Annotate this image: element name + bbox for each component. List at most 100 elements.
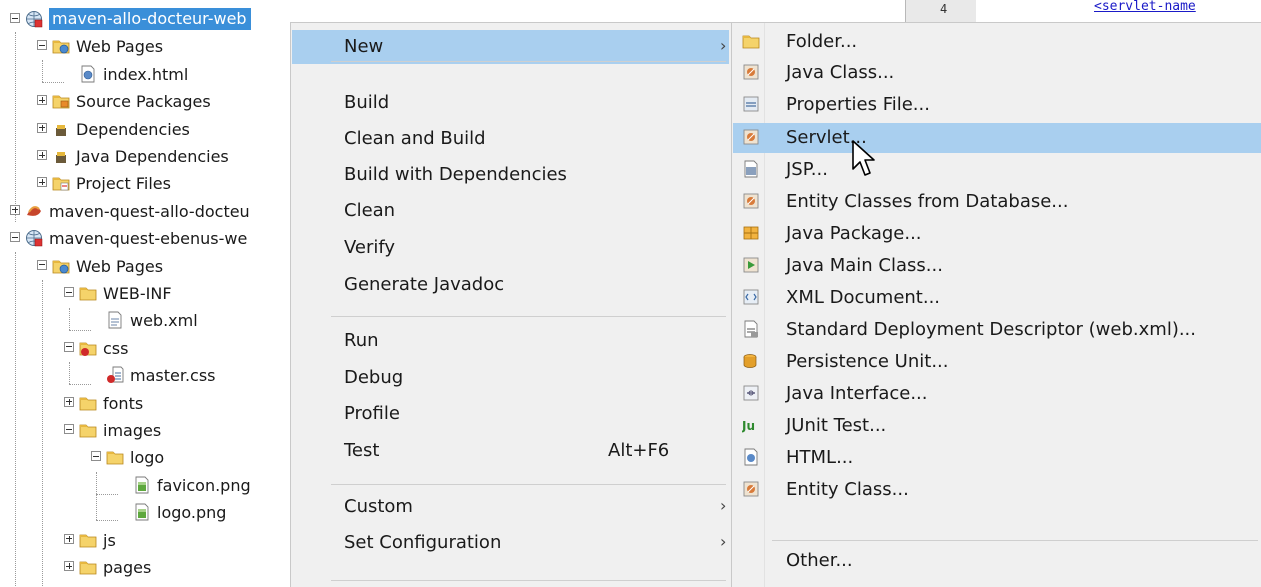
tree-item-label: pages bbox=[103, 558, 152, 577]
entity-class-icon bbox=[742, 480, 760, 498]
expand-toggle-icon[interactable] bbox=[64, 396, 74, 407]
tree-item[interactable]: WEB-INF bbox=[0, 281, 290, 307]
expand-toggle-icon[interactable] bbox=[37, 150, 47, 160]
menu-item-set-configuration[interactable]: Set Configuration › bbox=[292, 526, 729, 560]
html-icon bbox=[742, 448, 760, 466]
tree-item[interactable]: Dependencies bbox=[0, 117, 290, 143]
new-xml-document-item[interactable]: XML Document... bbox=[733, 283, 1261, 313]
menu-item-generate-javadoc[interactable]: Generate Javadoc bbox=[292, 268, 729, 302]
collapse-toggle-icon[interactable] bbox=[91, 451, 101, 462]
menu-item-clean-and-build[interactable]: Clean and Build bbox=[292, 122, 729, 156]
menu-item-profile[interactable]: Profile bbox=[292, 397, 729, 431]
new-java-interface-item[interactable]: Java Interface... bbox=[733, 379, 1261, 409]
editor-area[interactable]: 4 <servlet-name bbox=[905, 0, 1261, 24]
menu-item-build-with-dependencies[interactable]: Build with Dependencies bbox=[292, 158, 729, 192]
submenu-item-label: Entity Classes from Database... bbox=[786, 191, 1069, 212]
expand-toggle-icon[interactable] bbox=[10, 204, 20, 215]
tree-item[interactable]: images bbox=[0, 418, 290, 444]
menu-item-build[interactable]: Build bbox=[292, 86, 729, 120]
new-other-item[interactable]: Other... bbox=[733, 546, 1261, 576]
xml-document-icon bbox=[742, 288, 760, 306]
submenu-arrow-icon: › bbox=[720, 36, 727, 55]
menu-item-test[interactable]: Test Alt+F6 bbox=[292, 434, 729, 468]
tree-item[interactable]: maven-quest-allo-docteu bbox=[0, 199, 290, 225]
new-java-main-class-item[interactable]: Java Main Class... bbox=[733, 251, 1261, 281]
tree-item[interactable]: Web Pages bbox=[0, 34, 290, 60]
menu-item-custom[interactable]: Custom › bbox=[292, 490, 729, 524]
folder-icon bbox=[79, 284, 97, 302]
new-standard-deployment-descriptor-web-xml-item[interactable]: Standard Deployment Descriptor (web.xml)… bbox=[733, 315, 1261, 345]
tree-item[interactable]: master.css bbox=[0, 363, 290, 389]
new-properties-file-item[interactable]: Properties File... bbox=[733, 90, 1261, 120]
tree-item-label: index.html bbox=[103, 64, 189, 84]
folder-icon bbox=[79, 531, 97, 549]
submenu-item-label: JUnit Test... bbox=[786, 415, 887, 436]
tree-item[interactable]: pages bbox=[0, 555, 290, 581]
folder-icon bbox=[742, 32, 760, 50]
tree-item[interactable]: logo.png bbox=[0, 500, 290, 526]
code-line[interactable]: <servlet-name bbox=[1094, 0, 1196, 14]
new-persistence-unit-item[interactable]: Persistence Unit... bbox=[733, 347, 1261, 377]
menu-item-label: Build with Dependencies bbox=[344, 164, 567, 185]
tree-item[interactable]: index.html bbox=[0, 62, 290, 88]
tree-item[interactable]: Source Packages bbox=[0, 89, 290, 115]
collapse-toggle-icon[interactable] bbox=[64, 424, 74, 434]
tree-item[interactable]: web.xml bbox=[0, 308, 290, 334]
menu-item-run[interactable]: Run bbox=[292, 324, 729, 358]
expand-toggle-icon[interactable] bbox=[37, 95, 47, 106]
tree-item[interactable]: js bbox=[0, 528, 290, 554]
new-folder-item[interactable]: Folder... bbox=[733, 27, 1261, 57]
collapse-toggle-icon[interactable] bbox=[64, 341, 74, 352]
submenu-item-label: Standard Deployment Descriptor (web.xml)… bbox=[786, 319, 1197, 340]
entity-classes-icon bbox=[742, 192, 760, 210]
tree-item-label: Web Pages bbox=[76, 256, 164, 276]
servlet-icon bbox=[742, 128, 760, 146]
image-file-icon bbox=[133, 503, 151, 521]
tree-item[interactable]: Project Files bbox=[0, 171, 290, 197]
new-servlet-item[interactable]: Servlet... bbox=[733, 123, 1261, 153]
new-jsp-item[interactable]: JSP... bbox=[733, 155, 1261, 185]
collapse-toggle-icon[interactable] bbox=[64, 287, 74, 297]
tree-item[interactable]: Web Pages bbox=[0, 254, 290, 280]
junit-icon: Ju bbox=[741, 416, 760, 434]
expand-toggle-icon[interactable] bbox=[37, 177, 47, 188]
menu-item-verify[interactable]: Verify bbox=[292, 231, 729, 265]
new-entity-classes-from-database-item[interactable]: Entity Classes from Database... bbox=[733, 187, 1261, 217]
new-java-class-item[interactable]: Java Class... bbox=[733, 58, 1261, 88]
folder-icon bbox=[79, 394, 97, 412]
new-java-package-item[interactable]: Java Package... bbox=[733, 219, 1261, 249]
collapse-toggle-icon[interactable] bbox=[10, 232, 20, 243]
java-main-class-icon bbox=[742, 256, 760, 274]
xml-file-icon bbox=[106, 311, 124, 329]
tree-item-label: favicon.png bbox=[157, 475, 251, 495]
project-files-folder-icon bbox=[52, 174, 70, 192]
tree-item-label: maven-quest-ebenus-we bbox=[49, 229, 248, 249]
collapse-toggle-icon[interactable] bbox=[37, 259, 47, 270]
web-pages-folder-icon bbox=[52, 257, 70, 275]
expand-toggle-icon[interactable] bbox=[64, 561, 74, 571]
tree-item[interactable]: favicon.png bbox=[0, 473, 290, 499]
css-file-icon bbox=[106, 366, 124, 384]
menu-item-debug[interactable]: Debug bbox=[292, 361, 729, 395]
tree-item-label: WEB-INF bbox=[103, 284, 172, 303]
menu-separator bbox=[331, 316, 726, 317]
persistence-unit-icon bbox=[742, 352, 760, 370]
tree-item[interactable]: logo bbox=[0, 445, 290, 471]
menu-item-new[interactable]: New › bbox=[292, 30, 729, 64]
tree-item[interactable]: Java Dependencies bbox=[0, 144, 290, 170]
new-entity-class-item[interactable]: Entity Class... bbox=[733, 475, 1261, 505]
new-junit-test-item[interactable]: Ju JUnit Test... bbox=[733, 411, 1261, 441]
tree-item[interactable]: maven-allo-docteur-web bbox=[0, 7, 290, 33]
menu-item-clean[interactable]: Clean bbox=[292, 194, 729, 228]
tree-item[interactable]: maven-quest-ebenus-we bbox=[0, 226, 290, 252]
collapse-toggle-icon[interactable] bbox=[10, 13, 20, 23]
tree-item[interactable]: css bbox=[0, 336, 290, 362]
collapse-toggle-icon[interactable] bbox=[37, 40, 47, 51]
menu-item-label: Run bbox=[344, 330, 379, 351]
folder-error-icon bbox=[79, 339, 97, 357]
tree-item[interactable]: fonts bbox=[0, 391, 290, 417]
expand-toggle-icon[interactable] bbox=[64, 533, 74, 544]
submenu-arrow-icon: › bbox=[720, 532, 727, 551]
expand-toggle-icon[interactable] bbox=[37, 122, 47, 133]
new-html-item[interactable]: HTML... bbox=[733, 443, 1261, 473]
